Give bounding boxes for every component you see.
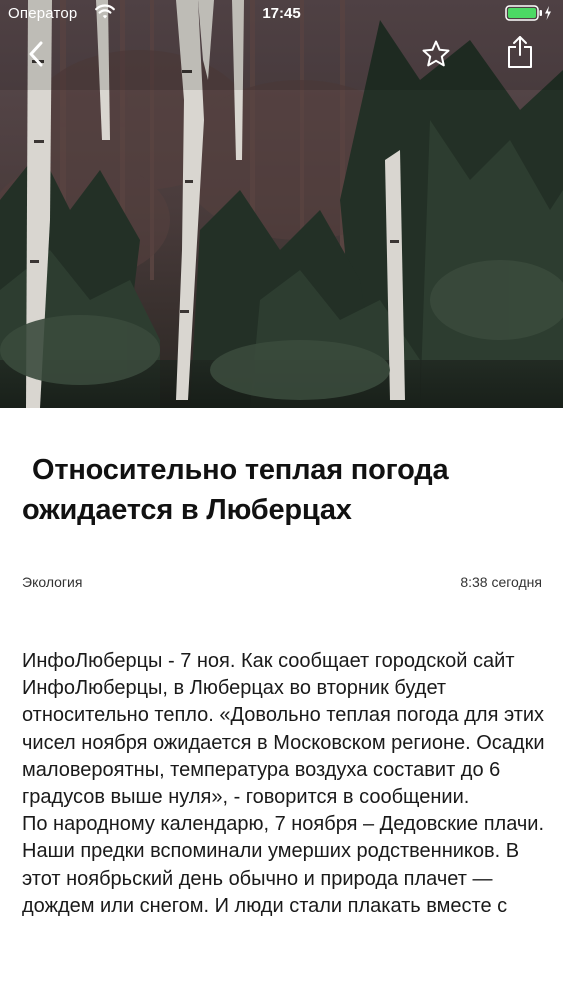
article-time: 8:38 сегодня (460, 574, 542, 590)
article-category: Экология (22, 574, 83, 590)
article-paragraph: По народному календарю, 7 ноября – Дедов… (22, 813, 545, 917)
article-hero-image (0, 0, 563, 408)
status-time: 17:45 (262, 5, 301, 22)
favorite-button[interactable] (416, 36, 456, 76)
share-icon (507, 35, 533, 74)
article-title: Относительно теплая погода ожидается в Л… (22, 454, 449, 526)
battery-charging-icon (505, 5, 553, 21)
star-outline-icon (421, 39, 451, 74)
share-button[interactable] (500, 34, 540, 74)
status-bar: Оператор 17:45 (0, 0, 563, 28)
article-screen: Оператор 17:45 Относительно теплая погод… (0, 0, 563, 1000)
article-meta: Экология 8:38 сегодня (22, 574, 542, 594)
article-body: ИнфоЛюберцы - 7 ноя. Как сообщает городс… (22, 648, 547, 920)
back-button[interactable] (16, 36, 56, 76)
chevron-left-icon (28, 41, 44, 72)
article-paragraph: ИнфоЛюберцы - 7 ноя. Как сообщает городс… (22, 650, 545, 809)
